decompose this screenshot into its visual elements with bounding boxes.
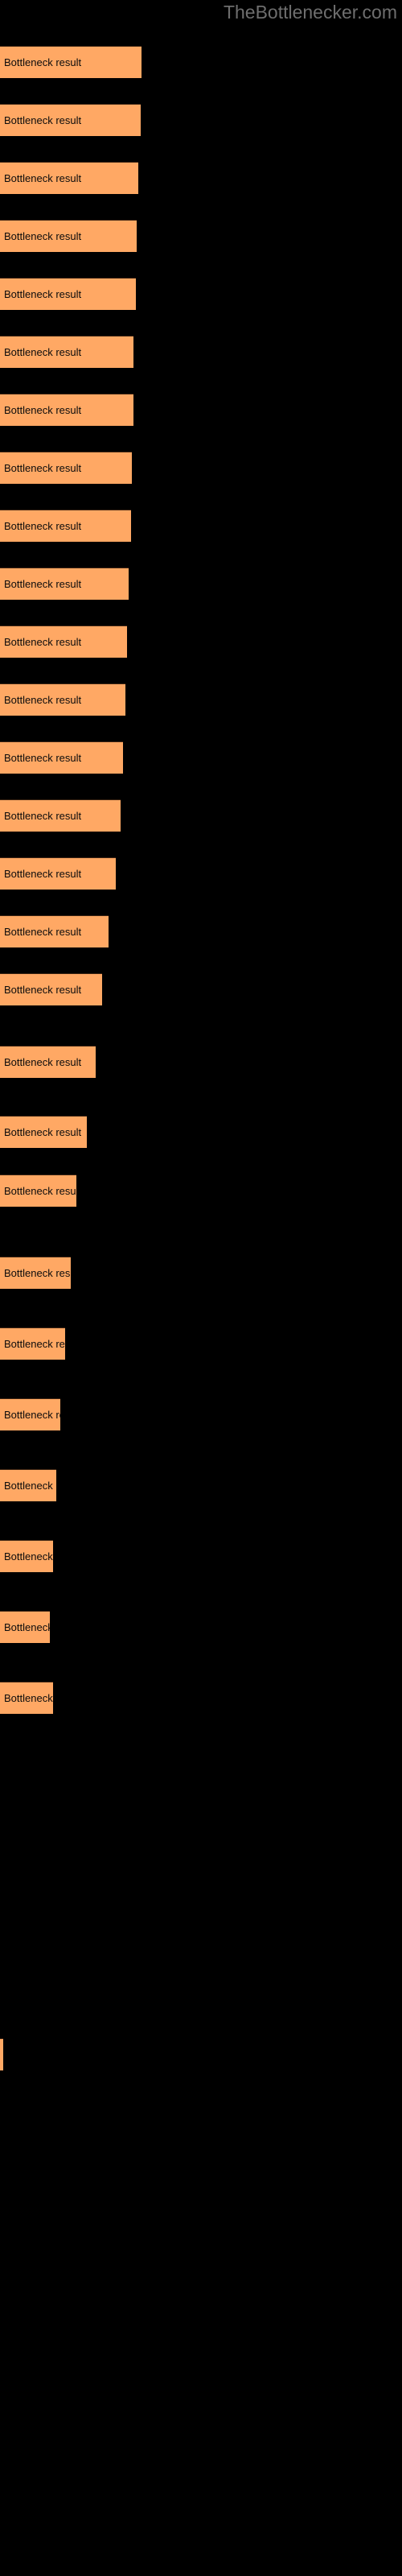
bar-13[interactable]: Bottleneck result bbox=[0, 741, 123, 774]
bar-26[interactable]: Bottleneck result bbox=[0, 1611, 50, 1643]
bar-label: Bottleneck result bbox=[4, 1479, 56, 1492]
bar-label: Bottleneck result bbox=[4, 345, 82, 358]
bar-8[interactable]: Bottleneck result bbox=[0, 452, 132, 484]
bar-14[interactable]: Bottleneck result bbox=[0, 799, 121, 832]
bar-10[interactable]: Bottleneck result bbox=[0, 568, 129, 600]
bar-label: Bottleneck result bbox=[4, 56, 82, 68]
bar-17[interactable]: Bottleneck result bbox=[0, 973, 102, 1005]
bar-11[interactable]: Bottleneck result bbox=[0, 625, 127, 658]
bar-label: Bottleneck result bbox=[4, 867, 82, 880]
bar-label: Bottleneck result bbox=[4, 287, 82, 300]
bar-12[interactable]: Bottleneck result bbox=[0, 683, 125, 716]
bar-28[interactable] bbox=[0, 2038, 3, 2070]
bar-4[interactable]: Bottleneck result bbox=[0, 220, 137, 252]
bar-label: Bottleneck result bbox=[4, 1408, 60, 1421]
bar-20[interactable]: Bottleneck result bbox=[0, 1174, 76, 1207]
bar-label: Bottleneck result bbox=[4, 403, 82, 416]
bar-label: Bottleneck result bbox=[4, 635, 82, 648]
bar-23[interactable]: Bottleneck result bbox=[0, 1398, 60, 1430]
bar-15[interactable]: Bottleneck result bbox=[0, 857, 116, 890]
bar-6[interactable]: Bottleneck result bbox=[0, 336, 133, 368]
bar-label: Bottleneck result bbox=[4, 461, 82, 474]
bar-24[interactable]: Bottleneck result bbox=[0, 1469, 56, 1501]
bar-27[interactable]: Bottleneck result bbox=[0, 1682, 53, 1714]
bar-21[interactable]: Bottleneck result bbox=[0, 1257, 71, 1289]
bar-19[interactable]: Bottleneck result bbox=[0, 1116, 87, 1148]
bar-5[interactable]: Bottleneck result bbox=[0, 278, 136, 310]
bar-label: Bottleneck result bbox=[4, 1125, 82, 1138]
bar-label: Bottleneck result bbox=[4, 751, 82, 764]
bar-label: Bottleneck result bbox=[4, 577, 82, 590]
bar-1[interactable]: Bottleneck result bbox=[0, 46, 142, 78]
bar-label: Bottleneck result bbox=[4, 519, 82, 532]
bar-22[interactable]: Bottleneck result bbox=[0, 1327, 65, 1360]
bar-label: Bottleneck result bbox=[4, 171, 82, 184]
bar-label: Bottleneck result bbox=[4, 229, 82, 242]
bar-label: Bottleneck result bbox=[4, 809, 82, 822]
bar-label: Bottleneck result bbox=[4, 1337, 65, 1350]
bar-label: Bottleneck result bbox=[4, 1691, 53, 1704]
bar-label: Bottleneck result bbox=[4, 1550, 53, 1563]
bar-label: Bottleneck result bbox=[4, 1620, 50, 1633]
bar-label: Bottleneck result bbox=[4, 1184, 76, 1197]
bar-label: Bottleneck result bbox=[4, 925, 82, 938]
bottleneck-bar-chart: TheBottlenecker.com Bottleneck result Bot… bbox=[0, 0, 402, 2576]
bar-7[interactable]: Bottleneck result bbox=[0, 394, 133, 426]
bar-label: Bottleneck result bbox=[4, 693, 82, 706]
bar-label: Bottleneck result bbox=[4, 983, 82, 996]
bar-label: Bottleneck result bbox=[4, 114, 82, 126]
bar-series-layer: Bottleneck result Bottleneck result Bottle… bbox=[0, 0, 402, 2576]
bar-2[interactable]: Bottleneck result bbox=[0, 104, 141, 136]
bar-18[interactable]: Bottleneck result bbox=[0, 1046, 96, 1078]
bar-9[interactable]: Bottleneck result bbox=[0, 510, 131, 542]
bar-label: Bottleneck result bbox=[4, 1055, 82, 1068]
bar-label: Bottleneck result bbox=[4, 1266, 71, 1279]
bar-16[interactable]: Bottleneck result bbox=[0, 915, 109, 947]
bar-3[interactable]: Bottleneck result bbox=[0, 162, 138, 194]
bar-25[interactable]: Bottleneck result bbox=[0, 1540, 53, 1572]
